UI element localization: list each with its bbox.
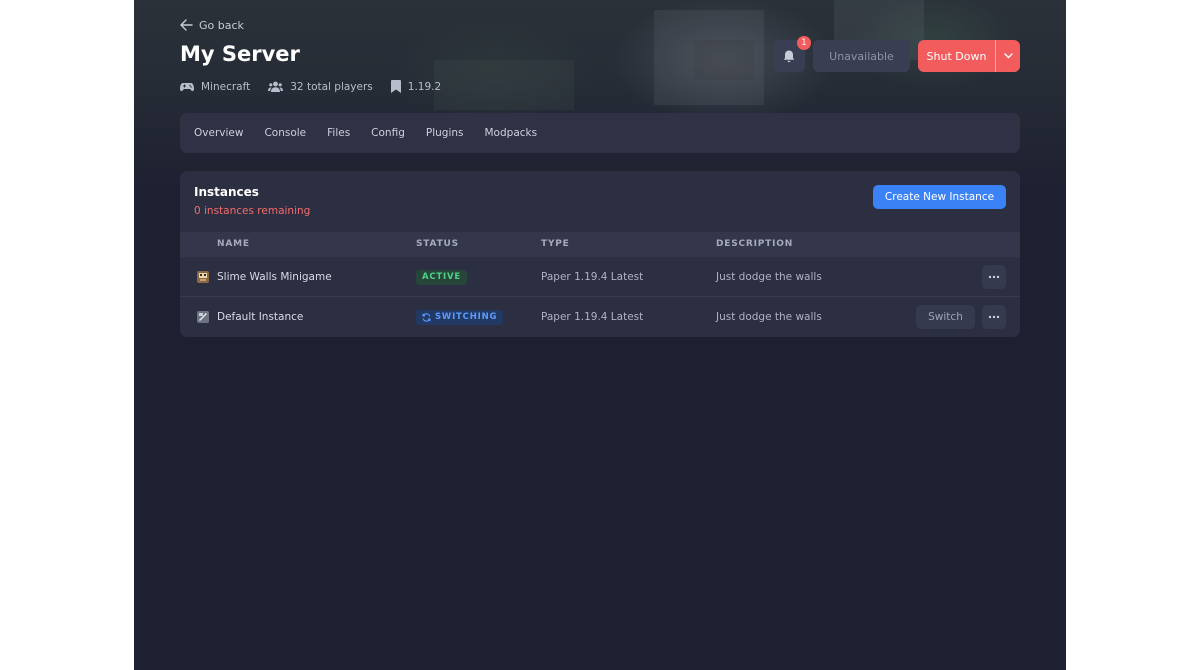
shut-down-button[interactable]: Shut Down (918, 40, 995, 72)
instances-header: Instances 0 instances remaining (194, 185, 310, 217)
instance-type: Paper 1.19.4 Latest (541, 271, 644, 283)
tab-overview[interactable]: Overview (194, 127, 243, 139)
switch-button[interactable]: Switch (916, 305, 975, 329)
meta-version: 1.19.2 (390, 80, 442, 93)
tab-console[interactable]: Console (264, 127, 306, 139)
instance-avatar-icon (197, 311, 209, 323)
status-label: SWITCHING (435, 312, 498, 322)
chevron-down-icon (1003, 53, 1013, 59)
meta-game: Minecraft (180, 80, 250, 93)
column-name: NAME (217, 239, 250, 249)
row-more-button[interactable] (982, 265, 1006, 289)
table-row[interactable]: Slime Walls Minigame ACTIVE Paper 1.19.4… (180, 257, 1020, 297)
instances-remaining: 0 instances remaining (194, 205, 311, 217)
arrow-left-icon (180, 19, 193, 31)
column-status: STATUS (416, 239, 459, 249)
column-type: TYPE (541, 239, 570, 249)
app-window: Go back My Server Minecraft 32 total pla… (134, 0, 1066, 670)
shutdown-split-button: Shut Down (918, 40, 1020, 72)
header-actions: 1 Unavailable Shut Down (773, 36, 1020, 72)
gamepad-icon (180, 82, 194, 91)
tab-plugins[interactable]: Plugins (426, 127, 464, 139)
status-badge: ACTIVE (416, 269, 467, 285)
header-background (134, 0, 1066, 190)
row-more-button[interactable] (982, 305, 1006, 329)
refresh-icon (422, 312, 431, 322)
more-horizontal-icon (988, 315, 1000, 319)
instance-description: Just dodge the walls (716, 271, 822, 283)
column-description: DESCRIPTION (716, 239, 794, 249)
instances-table-header: NAME STATUS TYPE DESCRIPTION (180, 232, 1020, 257)
status-cell: SWITCHING (416, 297, 504, 337)
status-cell: ACTIVE (416, 257, 467, 297)
status-badge: SWITCHING (416, 309, 504, 325)
server-tabs: Overview Console Files Config Plugins Mo… (180, 113, 1020, 153)
unavailable-button[interactable]: Unavailable (813, 40, 910, 72)
notification-badge: 1 (797, 36, 811, 50)
tab-files[interactable]: Files (327, 127, 350, 139)
server-meta: Minecraft 32 total players 1.19.2 (180, 80, 441, 93)
notifications-button[interactable]: 1 (773, 36, 811, 72)
bell-icon (783, 50, 795, 62)
page-title: My Server (180, 42, 300, 66)
bookmark-icon (390, 80, 401, 93)
meta-players: 32 total players (268, 80, 373, 93)
table-row[interactable]: Default Instance SWITCHING Paper 1.19.4 … (180, 297, 1020, 337)
tab-modpacks[interactable]: Modpacks (485, 127, 538, 139)
player-count: 32 total players (290, 80, 373, 93)
users-icon (268, 81, 284, 92)
instance-description: Just dodge the walls (716, 311, 822, 323)
go-back-label: Go back (199, 18, 244, 32)
go-back-link[interactable]: Go back (180, 16, 244, 34)
shutdown-options-button[interactable] (995, 40, 1020, 72)
tab-config[interactable]: Config (371, 127, 405, 139)
create-instance-button[interactable]: Create New Instance (873, 185, 1006, 209)
instance-name: Slime Walls Minigame (217, 271, 332, 283)
instance-type: Paper 1.19.4 Latest (541, 311, 644, 323)
instance-avatar-icon (197, 271, 209, 283)
instance-name: Default Instance (217, 311, 304, 323)
game-name: Minecraft (201, 80, 251, 93)
server-version: 1.19.2 (407, 80, 442, 93)
instances-title: Instances (194, 185, 259, 199)
more-horizontal-icon (988, 275, 1000, 279)
instances-card: Instances 0 instances remaining Create N… (180, 171, 1020, 337)
